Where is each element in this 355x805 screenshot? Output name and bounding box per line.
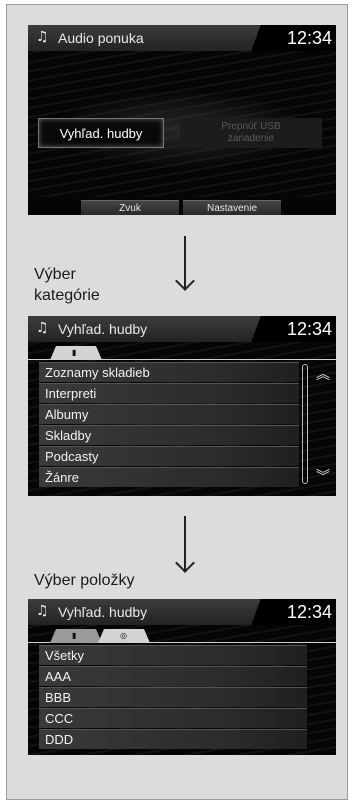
switch-usb-button[interactable]: Prepnúť USB zariadenie	[180, 118, 322, 148]
music-note-icon: ♫	[36, 603, 49, 619]
music-note-icon: ♫	[36, 29, 49, 45]
usb-device-icon: ▮	[72, 631, 77, 640]
screen-title: Audio ponuka	[58, 30, 144, 46]
clock-text: 12:34	[286, 602, 332, 622]
arrow-down-icon	[175, 516, 195, 574]
category-list: Zoznamy skladieb Interpreti Albumy Sklad…	[39, 362, 299, 488]
music-note-icon: ♫	[36, 320, 49, 336]
music-search-button[interactable]: Vyhľad. hudby	[38, 118, 164, 148]
list-item[interactable]: BBB	[39, 687, 307, 707]
tab-usb[interactable]: ▮	[50, 346, 102, 360]
disc-icon: ◎	[120, 631, 127, 640]
list-item[interactable]: DDD	[39, 729, 307, 749]
list-item[interactable]: Skladby	[39, 425, 299, 445]
chevron-up-icon[interactable]: ︽	[316, 368, 330, 382]
tab-bar: ▮	[28, 342, 336, 360]
screen-title: Vyhľad. hudby	[58, 604, 148, 620]
switch-usb-label-line1: Prepnúť USB	[221, 121, 281, 132]
caption-line2: kategórie	[34, 287, 100, 304]
clock: 12:34	[266, 25, 336, 51]
sound-button[interactable]: Zvuk	[81, 200, 179, 215]
tab-disc[interactable]: ◎	[98, 629, 150, 643]
list-item[interactable]: Zoznamy skladieb	[39, 362, 299, 382]
list-item[interactable]: Podcasty	[39, 446, 299, 466]
step-caption-item: Výber položky	[34, 572, 135, 589]
title-bar: ♫ Vyhľad. hudby 12:34	[28, 599, 336, 625]
title-bar: ♫ Vyhľad. hudby 12:34	[28, 316, 336, 342]
list-item[interactable]: AAA	[39, 666, 307, 686]
list-item[interactable]: Interpreti	[39, 383, 299, 403]
screen-title: Vyhľad. hudby	[58, 321, 148, 337]
clock: 12:34	[266, 599, 336, 625]
list-item[interactable]: Žánre	[39, 467, 299, 487]
tab-bar: ▮ ◎	[28, 625, 336, 643]
title-bar: ♫ Audio ponuka 12:34	[28, 25, 336, 51]
caption-line1: Výber	[34, 266, 76, 283]
chevron-down-icon[interactable]: ︾	[316, 470, 330, 484]
list-item[interactable]: Albumy	[39, 404, 299, 424]
list-item[interactable]: Všetky	[39, 645, 307, 665]
clock-text: 12:34	[286, 319, 332, 339]
tab-usb[interactable]: ▮	[50, 629, 102, 643]
list-item[interactable]: CCC	[39, 708, 307, 728]
usb-device-icon: ▮	[72, 348, 77, 357]
item-list: Všetky AAA BBB CCC DDD	[39, 645, 307, 750]
audio-menu-screen: ♫ Audio ponuka 12:34 Vyhľad. hudby Prepn…	[28, 25, 336, 215]
arrow-down-icon	[175, 236, 195, 292]
bottom-bar: Zvuk Nastavenie	[28, 197, 336, 215]
settings-button[interactable]: Nastavenie	[183, 200, 281, 215]
scrollbar[interactable]	[302, 364, 308, 484]
item-screen: ♫ Vyhľad. hudby 12:34 ▮ ◎ Všetky AAA BBB…	[28, 599, 336, 755]
category-screen: ♫ Vyhľad. hudby 12:34 ▮ Zoznamy skladieb…	[28, 316, 336, 496]
step-caption-category: Výber kategórie	[34, 264, 100, 306]
clock: 12:34	[266, 316, 336, 342]
switch-usb-label-line2: zariadenie	[227, 133, 275, 144]
clock-text: 12:34	[286, 28, 332, 48]
